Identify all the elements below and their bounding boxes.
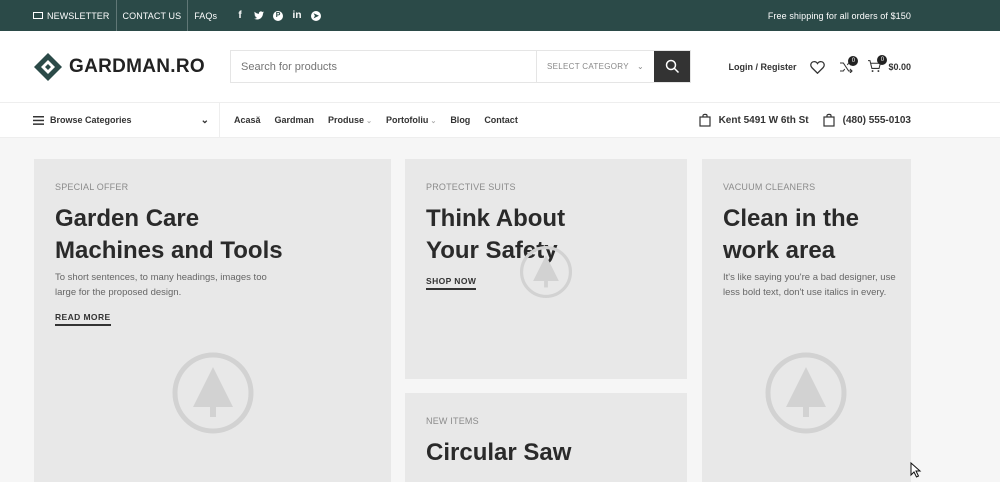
banner-description: It's like saying you're a bad designer, … bbox=[723, 272, 896, 298]
tree-placeholder-icon bbox=[519, 245, 573, 299]
social-links: f P in ➤ bbox=[223, 10, 322, 21]
shop-now-link[interactable]: SHOP NOW bbox=[426, 276, 477, 290]
heart-icon bbox=[810, 60, 826, 74]
chevron-down-icon: ⌄ bbox=[200, 114, 209, 126]
login-register-link[interactable]: Login / Register bbox=[728, 62, 796, 72]
twitter-icon[interactable] bbox=[254, 11, 265, 21]
banner-garden-care[interactable]: SPECIAL OFFER Garden Care Machines and T… bbox=[34, 159, 391, 482]
logo[interactable]: GARDMAN.RO bbox=[33, 52, 230, 82]
logo-icon bbox=[34, 52, 62, 81]
nav-item-portofoliu[interactable]: Portofoliu bbox=[386, 115, 436, 125]
shipping-notice: Free shipping for all orders of $150 bbox=[767, 10, 911, 21]
mail-icon bbox=[33, 12, 43, 19]
cart-count-badge: 0 bbox=[877, 55, 888, 65]
nav-item-gardman[interactable]: Gardman bbox=[275, 115, 315, 125]
compare-button[interactable]: 0 bbox=[839, 55, 859, 73]
compare-count-badge: 0 bbox=[848, 55, 859, 66]
phone-info[interactable]: (480) 555-0103 bbox=[823, 113, 911, 127]
banner-title: Garden Care Machines and Tools bbox=[55, 205, 283, 264]
newsletter-label: NEWSLETTER bbox=[47, 10, 110, 21]
promo-banners: SPECIAL OFFER Garden Care Machines and T… bbox=[0, 138, 1000, 482]
logo-text: GARDMAN.RO bbox=[69, 55, 205, 77]
banner-description: To short sentences, to many headings, im… bbox=[55, 272, 267, 298]
header: GARDMAN.RO SELECT CATEGORY ⌄ Login / Reg… bbox=[0, 31, 1000, 103]
read-more-link[interactable]: READ MORE bbox=[55, 312, 111, 326]
store-info: Kent 5491 W 6th St (480) 555-0103 bbox=[698, 113, 911, 127]
menu: Acasă Gardman Produse Portofoliu Blog Co… bbox=[220, 115, 518, 125]
header-actions: Login / Register 0 0 $0.00 bbox=[728, 55, 911, 74]
nav-item-produse[interactable]: Produse bbox=[328, 115, 372, 125]
tree-placeholder-icon bbox=[765, 352, 847, 434]
chevron-down-icon: ⌄ bbox=[636, 62, 644, 71]
cart-button[interactable]: 0 bbox=[867, 55, 888, 73]
cart-total[interactable]: $0.00 bbox=[888, 62, 911, 72]
search-button[interactable] bbox=[654, 51, 690, 82]
top-links: NEWSLETTER CONTACT US FAQs f P in ➤ bbox=[33, 0, 322, 31]
address-info[interactable]: Kent 5491 W 6th St bbox=[698, 113, 809, 127]
browse-categories-button[interactable]: Browse Categories ⌄ bbox=[33, 103, 220, 137]
hamburger-icon bbox=[33, 115, 44, 125]
banner-circular-saw[interactable]: NEW ITEMS Circular Saw bbox=[405, 393, 687, 482]
nav-item-contact[interactable]: Contact bbox=[484, 115, 518, 125]
top-bar: NEWSLETTER CONTACT US FAQs f P in ➤ Free… bbox=[0, 0, 1000, 31]
main-navigation: Browse Categories ⌄ Acasă Gardman Produs… bbox=[0, 103, 1000, 138]
phone-text: (480) 555-0103 bbox=[842, 114, 911, 126]
facebook-icon[interactable]: f bbox=[235, 10, 245, 21]
pinterest-icon[interactable]: P bbox=[273, 10, 284, 21]
search-form: SELECT CATEGORY ⌄ bbox=[230, 50, 691, 83]
banner-label: VACUUM CLEANERS bbox=[723, 182, 816, 192]
linkedin-icon[interactable]: in bbox=[292, 10, 302, 21]
shopping-bag-icon bbox=[823, 113, 835, 127]
telegram-icon[interactable]: ➤ bbox=[311, 10, 322, 21]
browse-categories-label: Browse Categories bbox=[50, 115, 132, 125]
nav-item-acasa[interactable]: Acasă bbox=[234, 115, 261, 125]
category-select-label: SELECT CATEGORY bbox=[547, 62, 629, 71]
banner-protective-suits[interactable]: PROTECTIVE SUITS Think About Your Safety… bbox=[405, 159, 687, 379]
banner-title: Clean in the work area bbox=[723, 205, 860, 264]
banner-label: SPECIAL OFFER bbox=[55, 182, 129, 192]
faqs-link[interactable]: FAQs bbox=[188, 0, 223, 31]
nav-item-blog[interactable]: Blog bbox=[450, 115, 470, 125]
address-text: Kent 5491 W 6th St bbox=[718, 114, 809, 126]
search-input[interactable] bbox=[231, 51, 536, 82]
contact-us-link[interactable]: CONTACT US bbox=[117, 0, 189, 31]
banner-label: PROTECTIVE SUITS bbox=[426, 182, 516, 192]
banner-title: Circular Saw bbox=[426, 439, 572, 466]
search-icon bbox=[665, 59, 679, 74]
category-select[interactable]: SELECT CATEGORY ⌄ bbox=[536, 51, 654, 82]
banner-label: NEW ITEMS bbox=[426, 416, 479, 426]
shopping-bag-icon bbox=[698, 113, 711, 127]
tree-placeholder-icon bbox=[172, 352, 254, 434]
mouse-cursor-icon bbox=[910, 462, 922, 478]
wishlist-button[interactable] bbox=[810, 60, 826, 74]
banner-vacuum-cleaners[interactable]: VACUUM CLEANERS Clean in the work area I… bbox=[702, 159, 911, 482]
newsletter-link[interactable]: NEWSLETTER bbox=[33, 0, 117, 31]
